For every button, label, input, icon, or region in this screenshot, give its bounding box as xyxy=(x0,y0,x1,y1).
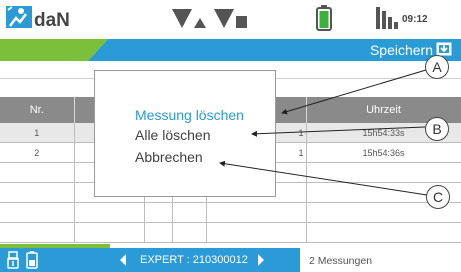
table-cell: 2 xyxy=(0,142,75,163)
cancel-option[interactable]: Abbrechen xyxy=(135,149,203,165)
table-row xyxy=(0,222,461,243)
table-row xyxy=(0,202,461,223)
battery-icon xyxy=(316,5,332,31)
column-header: Nr. xyxy=(0,97,75,123)
progress-accent xyxy=(0,244,110,248)
delete-all-option[interactable]: Alle löschen xyxy=(135,127,211,143)
signal-bars-icon xyxy=(376,7,398,29)
callout-label: B xyxy=(425,117,449,141)
measurement-count: 2 Messungen xyxy=(309,255,373,267)
table-cell: 15h54:36s xyxy=(306,142,461,163)
storage-icon xyxy=(26,251,38,269)
brand-name: daN xyxy=(34,10,70,31)
callout-label: C xyxy=(426,185,450,209)
chevron-left-icon[interactable] xyxy=(118,253,128,267)
table-cell: 1 xyxy=(0,123,75,143)
signal-card-icon xyxy=(214,9,247,28)
delete-measurement-option[interactable]: Messung löschen xyxy=(135,107,244,123)
usb-icon xyxy=(7,251,19,269)
delete-dialog: Messung löschen Alle löschen Abbrechen xyxy=(94,70,276,197)
chevron-right-icon[interactable] xyxy=(256,253,266,267)
clock: 09:12 xyxy=(402,14,428,25)
callout-label: A xyxy=(425,55,449,79)
save-button[interactable]: Speichern xyxy=(370,40,433,60)
expert-serial-label: EXPERT : 210300012 xyxy=(140,254,248,266)
save-icon[interactable] xyxy=(436,42,452,56)
signal-warning-icon xyxy=(172,9,206,28)
